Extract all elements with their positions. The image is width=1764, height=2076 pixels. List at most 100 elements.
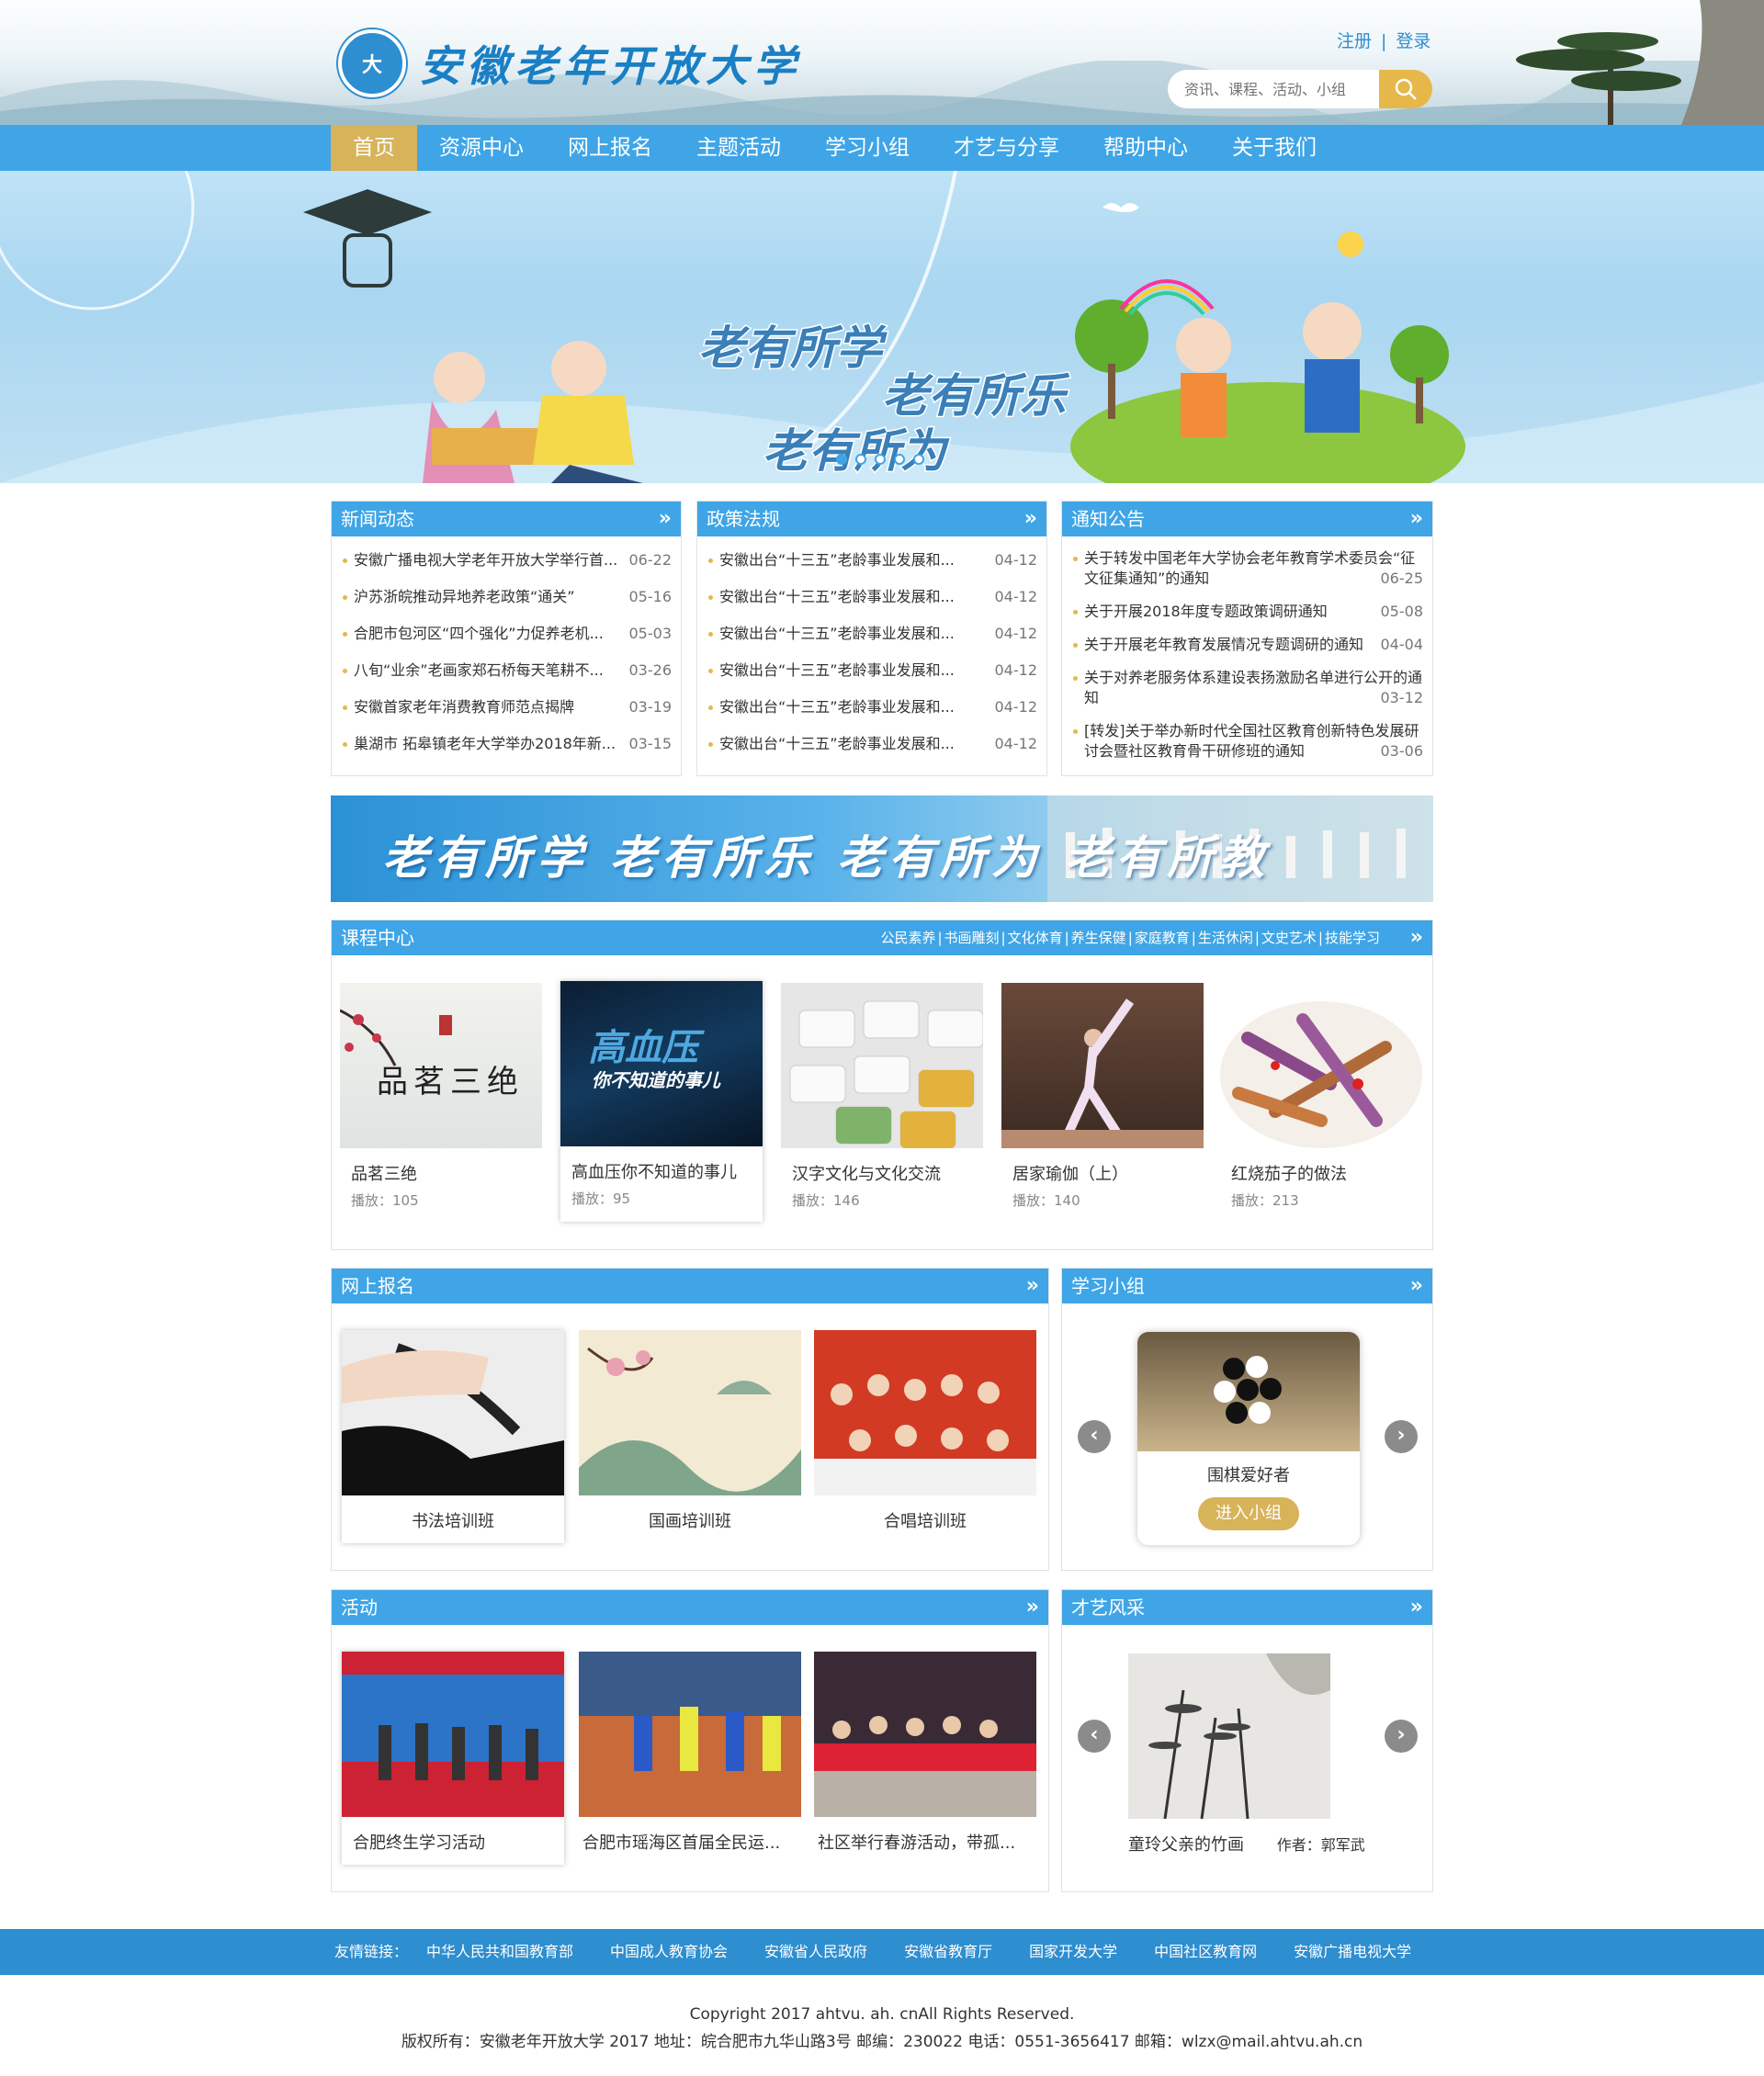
category-separator: | (1064, 930, 1069, 946)
list-item[interactable]: 关于开展2018年度专题政策调研通知 05-08 (1071, 595, 1423, 628)
friend-link[interactable]: 国家开发大学 (1029, 1929, 1117, 1975)
contact-info: 版权所有：安徽老年开放大学 2017 地址：皖合肥市九华山路3号 邮编：2300… (401, 2033, 1363, 2051)
nav-help[interactable]: 帮助中心 (1081, 125, 1210, 171)
panel-title: 学习小组 (1071, 1275, 1145, 1297)
news-list: 安徽广播电视大学老年开放大学举行首... 06-22 沪苏浙皖推动异地养老政策“通… (332, 536, 681, 762)
login-link[interactable]: 登录 (1396, 31, 1430, 51)
friend-link[interactable]: 中国成人教育协会 (610, 1929, 728, 1975)
more-icon[interactable]: » (1410, 502, 1423, 536)
more-icon[interactable]: » (1410, 1590, 1423, 1625)
more-icon[interactable]: » (1024, 502, 1037, 536)
more-icon[interactable]: » (659, 502, 672, 536)
list-item[interactable]: 安徽出台“十三五”老龄事业发展和... 04-12 (707, 579, 1037, 615)
list-item[interactable]: 安徽首家老年消费教育师范点揭牌 03-19 (341, 689, 672, 726)
banner-dot-3[interactable] (875, 454, 886, 465)
list-item[interactable]: 八旬“业余”老画家郑石桥每天笔耕不... 03-26 (341, 652, 672, 689)
item-title[interactable]: 八旬“业余”老画家郑石桥每天笔耕不... (341, 652, 604, 689)
category-link[interactable]: 生活休闲 (1198, 930, 1253, 946)
item-title[interactable]: 巢湖市 拓皋镇老年大学举办2018年新... (341, 726, 616, 762)
course-card[interactable]: 高血压 你不知道的事儿 高血压你不知道的事儿 播放：95 (560, 981, 763, 1222)
study-group-card[interactable]: 围棋爱好者 进入小组 (1137, 1332, 1360, 1545)
item-title[interactable]: 安徽出台“十三五”老龄事业发展和... (707, 726, 955, 762)
nav-resources[interactable]: 资源中心 (417, 125, 546, 171)
category-link[interactable]: 家庭教育 (1135, 930, 1190, 946)
nav-registration[interactable]: 网上报名 (546, 125, 674, 171)
next-arrow-icon[interactable]: › (1385, 1720, 1418, 1753)
list-item[interactable]: 安徽出台“十三五”老龄事业发展和... 04-12 (707, 615, 1037, 652)
list-item[interactable]: 安徽出台“十三五”老龄事业发展和... 04-12 (707, 542, 1037, 579)
join-group-button[interactable]: 进入小组 (1198, 1497, 1299, 1530)
list-item[interactable]: 安徽出台“十三五”老龄事业发展和... 04-12 (707, 652, 1037, 689)
item-title[interactable]: 关于开展老年教育发展情况专题调研的通知 (1084, 636, 1363, 653)
list-item[interactable]: 巢湖市 拓皋镇老年大学举办2018年新... 03-15 (341, 726, 672, 762)
list-item[interactable]: 关于转发中国老年大学协会老年教育学术委员会“征文征集通知”的通知 06-25 (1071, 542, 1423, 595)
friend-link[interactable]: 安徽省人民政府 (764, 1929, 867, 1975)
prev-arrow-icon[interactable]: ‹ (1078, 1420, 1111, 1453)
item-title[interactable]: 关于转发中国老年大学协会老年教育学术委员会“征文征集通知”的通知 (1084, 549, 1415, 587)
more-icon[interactable]: » (1410, 1269, 1423, 1303)
friend-link[interactable]: 安徽省教育厅 (904, 1929, 992, 1975)
item-title[interactable]: 合肥市包河区“四个强化”力促养老机... (341, 615, 604, 652)
banner-dot-2[interactable] (855, 454, 866, 465)
item-title[interactable]: 关于对养老服务体系建设表扬激励名单进行公开的通知 (1084, 669, 1422, 706)
more-icon[interactable]: » (1026, 1590, 1039, 1625)
activity-card[interactable]: 合肥市瑶海区首届全民运... (579, 1652, 801, 1865)
course-card[interactable]: 红烧茄子的做法 播放：213 (1220, 983, 1422, 1224)
category-link[interactable]: 公民素养 (880, 930, 935, 946)
item-title[interactable]: 安徽出台“十三五”老龄事业发展和... (707, 542, 955, 579)
banner-dot-1[interactable] (836, 454, 847, 465)
nav-study-groups[interactable]: 学习小组 (803, 125, 932, 171)
list-item[interactable]: 合肥市包河区“四个强化”力促养老机... 05-03 (341, 615, 672, 652)
site-logo[interactable]: 大 安徽老年开放大学 (338, 29, 801, 97)
banner-dot-4[interactable] (894, 454, 905, 465)
nav-talent[interactable]: 才艺与分享 (932, 125, 1081, 171)
item-title[interactable]: 安徽出台“十三五”老龄事业发展和... (707, 579, 955, 615)
course-card[interactable]: 品茗三绝 品茗三绝 播放：105 (340, 983, 542, 1224)
list-item[interactable]: 安徽出台“十三五”老龄事业发展和... 04-12 (707, 726, 1037, 762)
course-card[interactable]: 居家瑜伽（上） 播放：140 (1001, 983, 1204, 1224)
nav-home[interactable]: 首页 (331, 125, 417, 171)
list-item[interactable]: 安徽广播电视大学老年开放大学举行首... 06-22 (341, 542, 672, 579)
category-link[interactable]: 养生保健 (1071, 930, 1126, 946)
search-button[interactable] (1379, 70, 1432, 108)
work-title: 童玲父亲的竹画 (1128, 1835, 1244, 1855)
item-title[interactable]: 安徽广播电视大学老年开放大学举行首... (341, 542, 617, 579)
nav-about[interactable]: 关于我们 (1210, 125, 1339, 171)
list-item[interactable]: 关于对养老服务体系建设表扬激励名单进行公开的通知 03-12 (1071, 661, 1423, 715)
search-input[interactable] (1168, 70, 1379, 108)
register-link[interactable]: 注册 (1337, 31, 1372, 51)
category-link[interactable]: 文史艺术 (1261, 930, 1317, 946)
more-icon[interactable]: » (1410, 920, 1423, 955)
friend-link[interactable]: 中国社区教育网 (1154, 1929, 1257, 1975)
nav-activities[interactable]: 主题活动 (674, 125, 803, 171)
prev-arrow-icon[interactable]: ‹ (1078, 1720, 1111, 1753)
item-title[interactable]: 安徽出台“十三五”老龄事业发展和... (707, 652, 955, 689)
list-item[interactable]: [转发]关于举办新时代全国社区教育创新特色发展研讨会暨社区教育骨干研修班的通知 … (1071, 715, 1423, 768)
banner-dot-5[interactable] (913, 454, 924, 465)
next-arrow-icon[interactable]: › (1385, 1420, 1418, 1453)
category-link[interactable]: 文化体育 (1008, 930, 1063, 946)
course-registration-card[interactable]: 国画培训班 (579, 1330, 801, 1543)
course-card[interactable]: 汉字文化与文化交流 播放：146 (781, 983, 983, 1224)
category-link[interactable]: 技能学习 (1325, 930, 1380, 946)
bamboo-painting[interactable] (1128, 1653, 1330, 1819)
item-title[interactable]: 关于开展2018年度专题政策调研通知 (1084, 603, 1328, 620)
item-title[interactable]: 安徽首家老年消费教育师范点揭牌 (341, 689, 574, 726)
item-title[interactable]: 安徽出台“十三五”老龄事业发展和... (707, 689, 955, 726)
list-item[interactable]: 安徽出台“十三五”老龄事业发展和... 04-12 (707, 689, 1037, 726)
more-icon[interactable]: » (1026, 1269, 1039, 1303)
item-title[interactable]: 沪苏浙皖推动异地养老政策“通关” (341, 579, 575, 615)
friend-link[interactable]: 安徽广播电视大学 (1294, 1929, 1411, 1975)
activity-card[interactable]: 社区举行春游活动，带孤... (814, 1652, 1036, 1865)
activity-card[interactable]: 合肥终生学习活动 (342, 1652, 564, 1865)
friend-link[interactable]: 中华人民共和国教育部 (426, 1929, 573, 1975)
item-title[interactable]: [转发]关于举办新时代全国社区教育创新特色发展研讨会暨社区教育骨干研修班的通知 (1084, 722, 1419, 760)
slogan-banner[interactable]: 老有所学 老有所乐 老有所为 老有所教 (331, 795, 1433, 902)
category-link[interactable]: 书画雕刻 (944, 930, 1000, 946)
chinese-painting-photo (579, 1330, 801, 1495)
list-item[interactable]: 关于开展老年教育发展情况专题调研的通知 04-04 (1071, 628, 1423, 661)
course-registration-card[interactable]: 合唱培训班 (814, 1330, 1036, 1543)
list-item[interactable]: 沪苏浙皖推动异地养老政策“通关” 05-16 (341, 579, 672, 615)
course-registration-card[interactable]: 书法培训班 (342, 1330, 564, 1543)
item-title[interactable]: 安徽出台“十三五”老龄事业发展和... (707, 615, 955, 652)
